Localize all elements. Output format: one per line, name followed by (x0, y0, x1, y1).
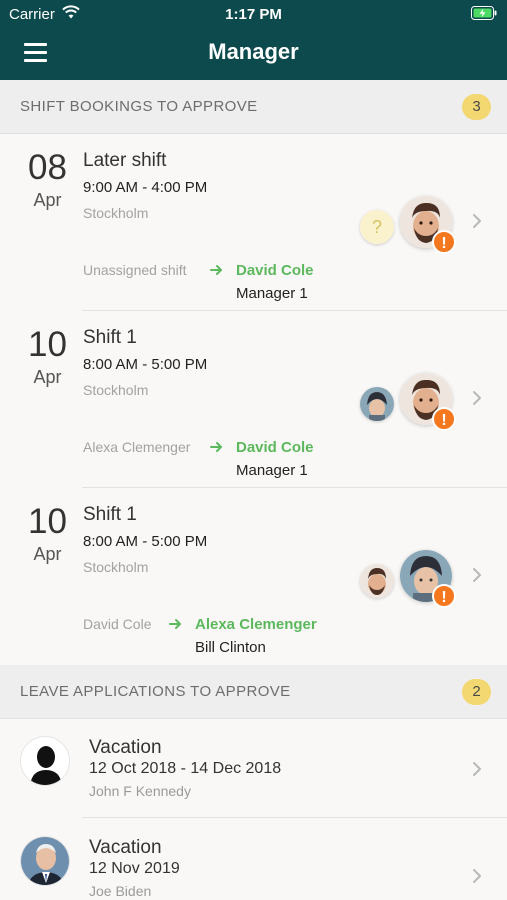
to-employee: David Cole (236, 262, 314, 279)
clock: 1:17 PM (225, 6, 282, 23)
shift-time: 9:00 AM - 4:00 PM (83, 179, 208, 196)
count-badge: 2 (462, 679, 491, 705)
navigation-bar: Manager (0, 28, 507, 80)
shift-name: Shift 1 (83, 327, 137, 348)
employee-name: John F Kennedy (89, 783, 191, 799)
silhouette-avatar (20, 736, 70, 786)
approver-name: Manager 1 (236, 285, 308, 302)
avatar-group: ? ! (360, 196, 460, 258)
date-month: Apr (33, 544, 62, 564)
page-title: Manager (208, 39, 299, 64)
leave-applications-header: LEAVE APPLICATIONS TO APPROVE 2 (0, 665, 507, 719)
shift-booking-row[interactable]: 10 Apr Shift 1 8:00 AM - 5:00 PM Stockho… (0, 488, 507, 665)
to-employee: David Cole (236, 439, 314, 456)
shift-location: Stockholm (83, 382, 149, 398)
section-title: LEAVE APPLICATIONS TO APPROVE (20, 683, 291, 700)
from-employee: Unassigned shift (83, 262, 187, 278)
leave-application-row[interactable]: Vacation 12 Oct 2018 - 14 Dec 2018 John … (0, 720, 507, 818)
avatar-group: ! (360, 373, 460, 435)
woman-hat-avatar (360, 387, 394, 421)
chevron-right-icon[interactable] (471, 390, 483, 406)
approver-name: Bill Clinton (195, 639, 266, 656)
shift-time: 8:00 AM - 5:00 PM (83, 356, 208, 373)
warning-badge-icon: ! (432, 584, 456, 608)
count-badge: 3 (462, 94, 491, 120)
arrow-right-icon (210, 442, 222, 452)
man-beard-avatar (360, 564, 394, 598)
shift-bookings-header: SHIFT BOOKINGS TO APPROVE 3 (0, 80, 507, 134)
date-day: 10 (28, 325, 67, 364)
from-employee: Alexa Clemenger (83, 439, 191, 455)
status-bar: Carrier 1:17 PM (0, 0, 507, 28)
shift-name: Shift 1 (83, 504, 137, 525)
approver-name: Manager 1 (236, 462, 308, 479)
leave-type: Vacation (89, 737, 162, 758)
date-month: Apr (33, 367, 62, 387)
shift-name: Later shift (83, 150, 167, 171)
battery-charging-icon (471, 6, 497, 20)
shift-booking-row[interactable]: 08 Apr Later shift 9:00 AM - 4:00 PM Sto… (0, 134, 507, 311)
avatar-group: ! (360, 550, 460, 612)
section-title: SHIFT BOOKINGS TO APPROVE (20, 98, 258, 115)
shift-time: 8:00 AM - 5:00 PM (83, 533, 208, 550)
question-mark-avatar: ? (360, 210, 394, 244)
man-suit-avatar (20, 836, 70, 886)
date-day: 08 (28, 148, 67, 187)
shift-location: Stockholm (83, 205, 149, 221)
date-month: Apr (33, 190, 62, 210)
chevron-right-icon[interactable] (471, 567, 483, 583)
chevron-right-icon[interactable] (471, 761, 483, 777)
from-employee: David Cole (83, 616, 152, 632)
employee-name: Joe Biden (89, 883, 152, 899)
warning-badge-icon: ! (432, 230, 456, 254)
leave-dates: 12 Oct 2018 - 14 Dec 2018 (89, 760, 282, 777)
leave-dates: 12 Nov 2019 (89, 860, 180, 877)
shift-location: Stockholm (83, 559, 149, 575)
warning-badge-icon: ! (432, 407, 456, 431)
arrow-right-icon (169, 619, 181, 629)
shift-booking-row[interactable]: 10 Apr Shift 1 8:00 AM - 5:00 PM Stockho… (0, 311, 507, 488)
row-divider (82, 817, 507, 818)
date-day: 10 (28, 502, 67, 541)
leave-type: Vacation (89, 837, 162, 858)
chevron-right-icon[interactable] (471, 868, 483, 884)
chevron-right-icon[interactable] (471, 213, 483, 229)
to-employee: Alexa Clemenger (195, 616, 317, 633)
arrow-right-icon (210, 265, 222, 275)
leave-application-row[interactable]: Vacation 12 Nov 2019 Joe Biden (0, 820, 507, 900)
